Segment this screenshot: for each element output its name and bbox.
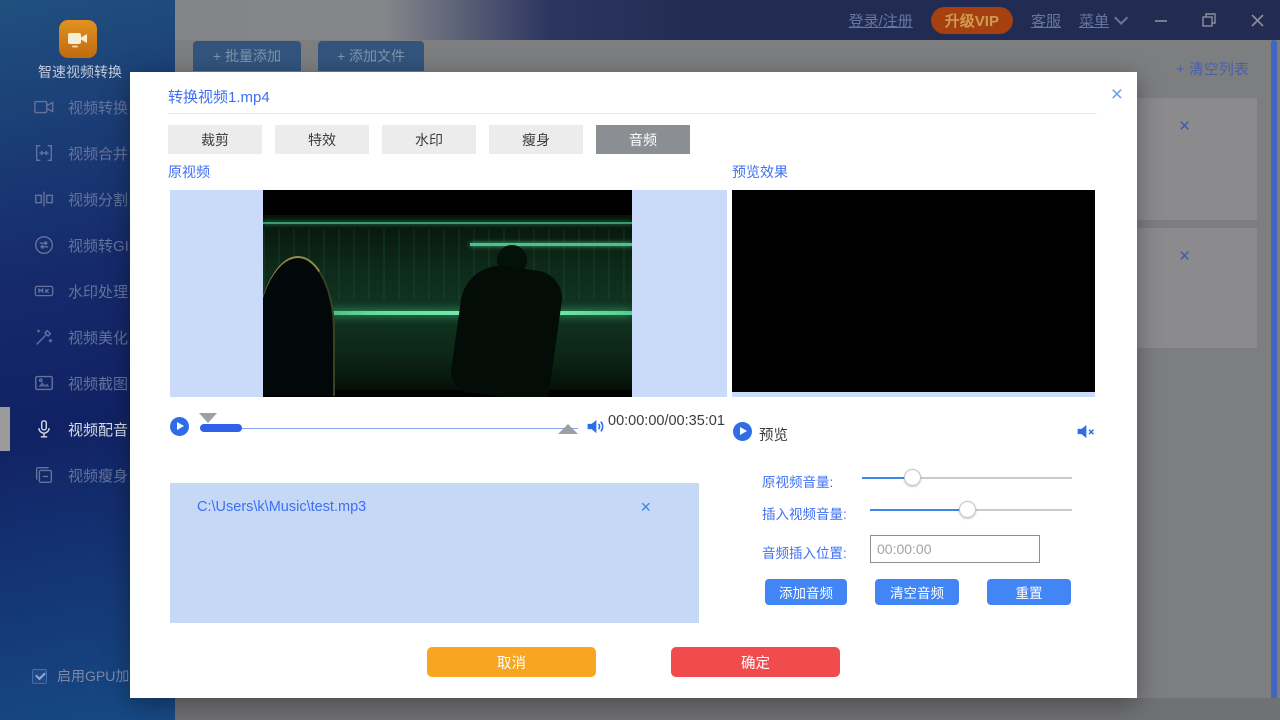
reset-button[interactable]: 重置	[987, 579, 1071, 605]
merge-icon	[33, 142, 55, 164]
clear-audio-button[interactable]: 清空音频	[875, 579, 959, 605]
slider-handle[interactable]	[904, 469, 921, 486]
audio-file-list: C:\Users\k\Music\test.mp3 ×	[170, 483, 699, 623]
tab-slim[interactable]: 瘦身	[489, 125, 583, 154]
sidebar-item-label: 视频转GIF	[68, 235, 138, 256]
gpu-acceleration-toggle[interactable]: 启用GPU加速	[32, 666, 143, 686]
sidebar-item-label: 水印处理	[68, 281, 128, 302]
batch-add-button[interactable]: + 批量添加	[193, 41, 301, 71]
app-window: 登录/注册 升级VIP 客服 菜单 + 批量添加 + 添加文件 + 清空列表 ×…	[0, 0, 1280, 720]
app-logo	[59, 20, 97, 58]
divider	[168, 113, 1097, 114]
tab-audio[interactable]: 音频	[596, 125, 690, 154]
microphone-icon	[33, 418, 55, 440]
scrollbar[interactable]	[1271, 40, 1277, 718]
convert-circle-icon	[33, 234, 55, 256]
original-volume-label: 原视频音量:	[762, 471, 833, 491]
remove-file-icon[interactable]: ×	[1179, 116, 1190, 138]
add-file-button[interactable]: + 添加文件	[318, 41, 424, 71]
menu-dropdown[interactable]: 菜单	[1079, 10, 1124, 31]
trim-start-marker[interactable]	[199, 413, 217, 423]
sidebar-item-label: 视频美化	[68, 327, 128, 348]
video-camera-icon	[33, 96, 55, 118]
dialog-close-icon[interactable]: ×	[1111, 84, 1123, 105]
preview-effect-screen	[732, 190, 1095, 392]
tab-effects[interactable]: 特效	[275, 125, 369, 154]
tab-watermark[interactable]: 水印	[382, 125, 476, 154]
edit-video-dialog: 转换视频1.mp4 × 裁剪 特效 水印 瘦身 音频 原视频 预览效果	[130, 72, 1137, 698]
audio-file-path: C:\Users\k\Music\test.mp3	[197, 499, 366, 515]
split-icon	[33, 188, 55, 210]
backdrop-bottom-strip	[130, 698, 1280, 720]
preview-button-label: 预览	[759, 424, 788, 445]
sidebar-item-label: 视频分割	[68, 189, 128, 210]
time-display: 00:00:00/00:35:01	[608, 410, 728, 432]
seek-bar[interactable]	[200, 428, 578, 429]
close-window-button[interactable]	[1246, 9, 1268, 31]
restore-window-button[interactable]	[1198, 9, 1220, 31]
seek-bar-loaded-segment[interactable]	[200, 424, 242, 432]
upgrade-vip-button[interactable]: 升级VIP	[931, 7, 1013, 34]
title-bar: 登录/注册 升级VIP 客服 菜单	[0, 0, 1280, 40]
chevron-down-icon	[1114, 11, 1128, 25]
preview-effect-label: 预览效果	[732, 162, 788, 182]
checkbox-checked-icon[interactable]	[32, 669, 47, 684]
minimize-button[interactable]	[1150, 9, 1172, 31]
slim-icon	[33, 464, 55, 486]
sidebar-item-label: 视频合并	[68, 143, 128, 164]
original-volume-slider[interactable]	[862, 477, 1072, 479]
sidebar-item-label: 视频瘦身	[68, 465, 128, 486]
remove-file-icon[interactable]: ×	[1179, 246, 1190, 268]
confirm-button[interactable]: 确定	[671, 647, 840, 677]
login-register-link[interactable]: 登录/注册	[849, 10, 913, 31]
preview-play-button[interactable]	[733, 422, 752, 441]
file-list-card: ×	[1137, 228, 1257, 348]
speaker-icon[interactable]	[585, 416, 606, 437]
edit-tabs: 裁剪 特效 水印 瘦身 音频	[168, 125, 690, 154]
video-frame	[263, 190, 632, 397]
insert-volume-slider[interactable]	[870, 509, 1072, 511]
play-button[interactable]	[170, 417, 189, 436]
snapshot-icon	[33, 372, 55, 394]
sidebar-item-label: 视频截图	[68, 373, 128, 394]
file-list-card: ×	[1137, 98, 1257, 220]
insert-position-input[interactable]	[870, 535, 1040, 563]
insert-position-label: 音频插入位置:	[762, 542, 847, 562]
remove-audio-icon[interactable]: ×	[640, 497, 651, 518]
tab-crop[interactable]: 裁剪	[168, 125, 262, 154]
trim-end-marker[interactable]	[558, 424, 578, 434]
clear-list-button[interactable]: + 清空列表	[1176, 58, 1249, 79]
movie-scene	[263, 215, 632, 390]
original-video-preview	[170, 190, 727, 397]
watermark-icon	[33, 280, 55, 302]
dialog-title: 转换视频1.mp4	[168, 86, 270, 107]
magic-wand-icon	[33, 326, 55, 348]
cancel-button[interactable]: 取消	[427, 647, 596, 677]
original-video-label: 原视频	[168, 162, 210, 182]
preview-progress-strip	[732, 392, 1095, 397]
sidebar-item-label: 视频配音	[68, 419, 128, 440]
insert-volume-label: 插入视频音量:	[762, 503, 847, 523]
add-audio-button[interactable]: 添加音频	[765, 579, 847, 605]
customer-service-link[interactable]: 客服	[1031, 10, 1061, 31]
speaker-muted-icon[interactable]	[1075, 421, 1096, 442]
slider-handle[interactable]	[959, 501, 976, 518]
sidebar-item-label: 视频转换	[68, 97, 128, 118]
menu-label: 菜单	[1079, 10, 1109, 31]
